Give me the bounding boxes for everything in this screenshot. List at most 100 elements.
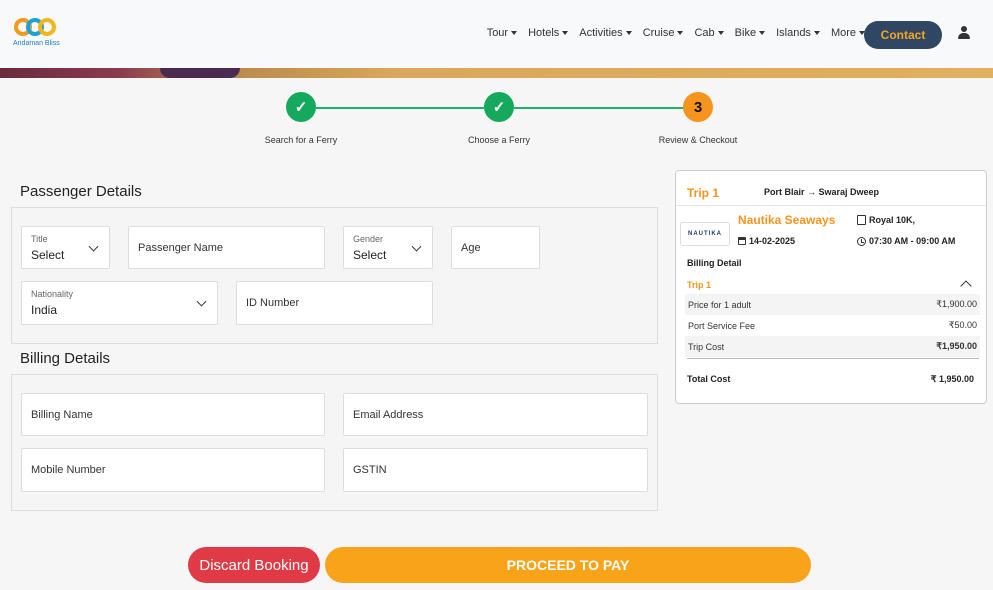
mobile-input[interactable]: Mobile Number bbox=[21, 448, 325, 492]
step-2-check-icon: ✓ bbox=[484, 92, 514, 122]
calendar-icon bbox=[738, 237, 746, 245]
price-row-label: Trip Cost bbox=[688, 341, 725, 352]
price-row-label: Price for 1 adult bbox=[688, 299, 752, 310]
gstin-input[interactable]: GSTIN bbox=[343, 448, 648, 492]
gender-select-label: Gender bbox=[353, 234, 384, 244]
title-select[interactable]: Title Select bbox=[21, 226, 110, 269]
chevron-down-icon bbox=[511, 31, 518, 35]
ferry-operator-name: Nautika Seaways bbox=[738, 213, 836, 227]
title-select-value: Select bbox=[31, 248, 65, 262]
passenger-name-input[interactable]: Passenger Name bbox=[128, 226, 325, 269]
nav-cruise[interactable]: Cruise bbox=[643, 27, 684, 39]
age-input[interactable]: Age bbox=[451, 226, 540, 269]
price-row-value: ₹1,900.00 bbox=[936, 299, 977, 309]
vessel-info: Royal 10K, bbox=[857, 215, 915, 225]
logo-text: Andaman Bliss bbox=[13, 40, 60, 47]
nav-hotels[interactable]: Hotels bbox=[528, 27, 569, 39]
billing-name-placeholder: Billing Name bbox=[31, 408, 93, 421]
price-row: Trip Cost ₹1,950.00 bbox=[685, 336, 980, 357]
step-connector bbox=[316, 107, 484, 109]
id-number-placeholder: ID Number bbox=[246, 297, 300, 309]
billing-details-title: Billing Details bbox=[20, 350, 111, 367]
gender-select-value: Select bbox=[353, 248, 387, 262]
chevron-down-icon bbox=[625, 31, 632, 35]
user-icon[interactable] bbox=[958, 26, 970, 40]
vessel-name: Royal 10K, bbox=[869, 215, 916, 225]
departure-date-value: 14-02-2025 bbox=[749, 236, 796, 246]
nav-cab-label: Cab bbox=[694, 27, 715, 39]
nav-cab[interactable]: Cab bbox=[694, 27, 724, 39]
price-row: Port Service Fee ₹50.00 bbox=[685, 315, 980, 336]
user-icon-body bbox=[958, 33, 970, 39]
nav-activities-label: Activities bbox=[579, 27, 623, 39]
billing-detail-heading: Billing Detail bbox=[687, 258, 742, 268]
contact-button[interactable]: Contact bbox=[864, 21, 942, 49]
passenger-details-title: Passenger Details bbox=[20, 183, 142, 200]
nationality-select-label: Nationality bbox=[31, 289, 74, 299]
nav-more-label: More bbox=[830, 27, 856, 39]
chevron-down-icon bbox=[813, 31, 820, 35]
passenger-name-placeholder: Passenger Name bbox=[138, 241, 223, 254]
id-number-input[interactable]: ID Number bbox=[236, 281, 433, 325]
step-connector bbox=[514, 107, 684, 109]
nav-activities[interactable]: Activities bbox=[579, 27, 632, 39]
ship-icon bbox=[857, 215, 866, 225]
user-icon-head bbox=[961, 26, 967, 32]
step-1-label: Search for a Ferry bbox=[264, 135, 338, 145]
total-divider bbox=[687, 358, 979, 359]
billing-details-panel: Billing Name Email Address Mobile Number… bbox=[11, 374, 658, 511]
main-nav: Tour Hotels Activities Cruise Cab Bike I… bbox=[487, 27, 865, 39]
nationality-select[interactable]: Nationality India bbox=[21, 281, 218, 325]
total-cost-label: Total Cost bbox=[687, 374, 731, 384]
gstin-placeholder: GSTIN bbox=[353, 464, 387, 476]
billing-name-input[interactable]: Billing Name bbox=[21, 393, 325, 436]
nav-tour[interactable]: Tour bbox=[486, 27, 518, 39]
proceed-to-pay-button[interactable]: PROCEED TO PAY bbox=[325, 547, 811, 583]
passenger-details-panel: Title Select Passenger Name Gender Selec… bbox=[11, 207, 658, 344]
nav-more[interactable]: More bbox=[831, 27, 865, 39]
nav-bike[interactable]: Bike bbox=[734, 27, 766, 39]
logo-ring-yellow bbox=[38, 18, 56, 36]
chevron-down-icon bbox=[717, 31, 724, 35]
title-select-label: Title bbox=[31, 234, 48, 244]
chevron-down-icon bbox=[411, 241, 422, 252]
nav-cruise-label: Cruise bbox=[642, 27, 675, 39]
step-2-label: Choose a Ferry bbox=[467, 135, 531, 145]
gender-select[interactable]: Gender Select bbox=[343, 226, 433, 269]
hero-banner-strip bbox=[0, 68, 993, 78]
checkout-stepper: ✓ ✓ 3 Search for a Ferry Choose a Ferry … bbox=[0, 92, 993, 152]
email-input[interactable]: Email Address bbox=[343, 393, 648, 436]
departure-time: 07:30 AM - 09:00 AM bbox=[857, 236, 955, 246]
chevron-down-icon bbox=[562, 31, 569, 35]
chevron-down-icon bbox=[759, 31, 766, 35]
ferry-operator-logo: NAUTIKA bbox=[680, 222, 730, 246]
step-1-check-icon: ✓ bbox=[286, 92, 316, 122]
trip-route: Port Blair → Swaraj Dweep bbox=[764, 187, 880, 197]
departure-date: 14-02-2025 bbox=[738, 236, 795, 246]
mobile-placeholder: Mobile Number bbox=[31, 464, 106, 476]
nav-hotels-label: Hotels bbox=[528, 27, 560, 39]
divider bbox=[676, 205, 986, 206]
step-3-label: Review & Checkout bbox=[658, 135, 738, 145]
chevron-up-icon[interactable] bbox=[960, 280, 972, 292]
nav-tour-label: Tour bbox=[486, 27, 509, 39]
nav-bike-label: Bike bbox=[734, 27, 757, 39]
nav-islands-label: Islands bbox=[776, 27, 811, 39]
nationality-select-value: India bbox=[31, 303, 58, 317]
total-cost-row: Total Cost ₹ 1,950.00 bbox=[687, 374, 974, 385]
brand-logo[interactable]: Andaman Bliss bbox=[12, 16, 60, 50]
email-placeholder: Email Address bbox=[353, 408, 424, 421]
nav-islands[interactable]: Islands bbox=[776, 27, 820, 39]
price-row-value: ₹1,950.00 bbox=[936, 341, 977, 351]
total-cost-value: ₹ 1,950.00 bbox=[930, 374, 974, 384]
trip-summary-card: Trip 1 Port Blair → Swaraj Dweep NAUTIKA… bbox=[675, 170, 987, 404]
trip-title: Trip 1 bbox=[687, 186, 720, 200]
price-row: Price for 1 adult ₹1,900.00 bbox=[685, 294, 980, 315]
departure-time-value: 07:30 AM - 09:00 AM bbox=[869, 236, 956, 246]
billing-trip-label[interactable]: Trip 1 bbox=[687, 280, 711, 290]
chevron-down-icon bbox=[88, 241, 99, 252]
banner-decoration bbox=[160, 68, 240, 78]
step-3-number: 3 bbox=[683, 92, 713, 122]
chevron-down-icon bbox=[677, 31, 684, 35]
discard-booking-button[interactable]: Discard Booking bbox=[188, 547, 320, 583]
